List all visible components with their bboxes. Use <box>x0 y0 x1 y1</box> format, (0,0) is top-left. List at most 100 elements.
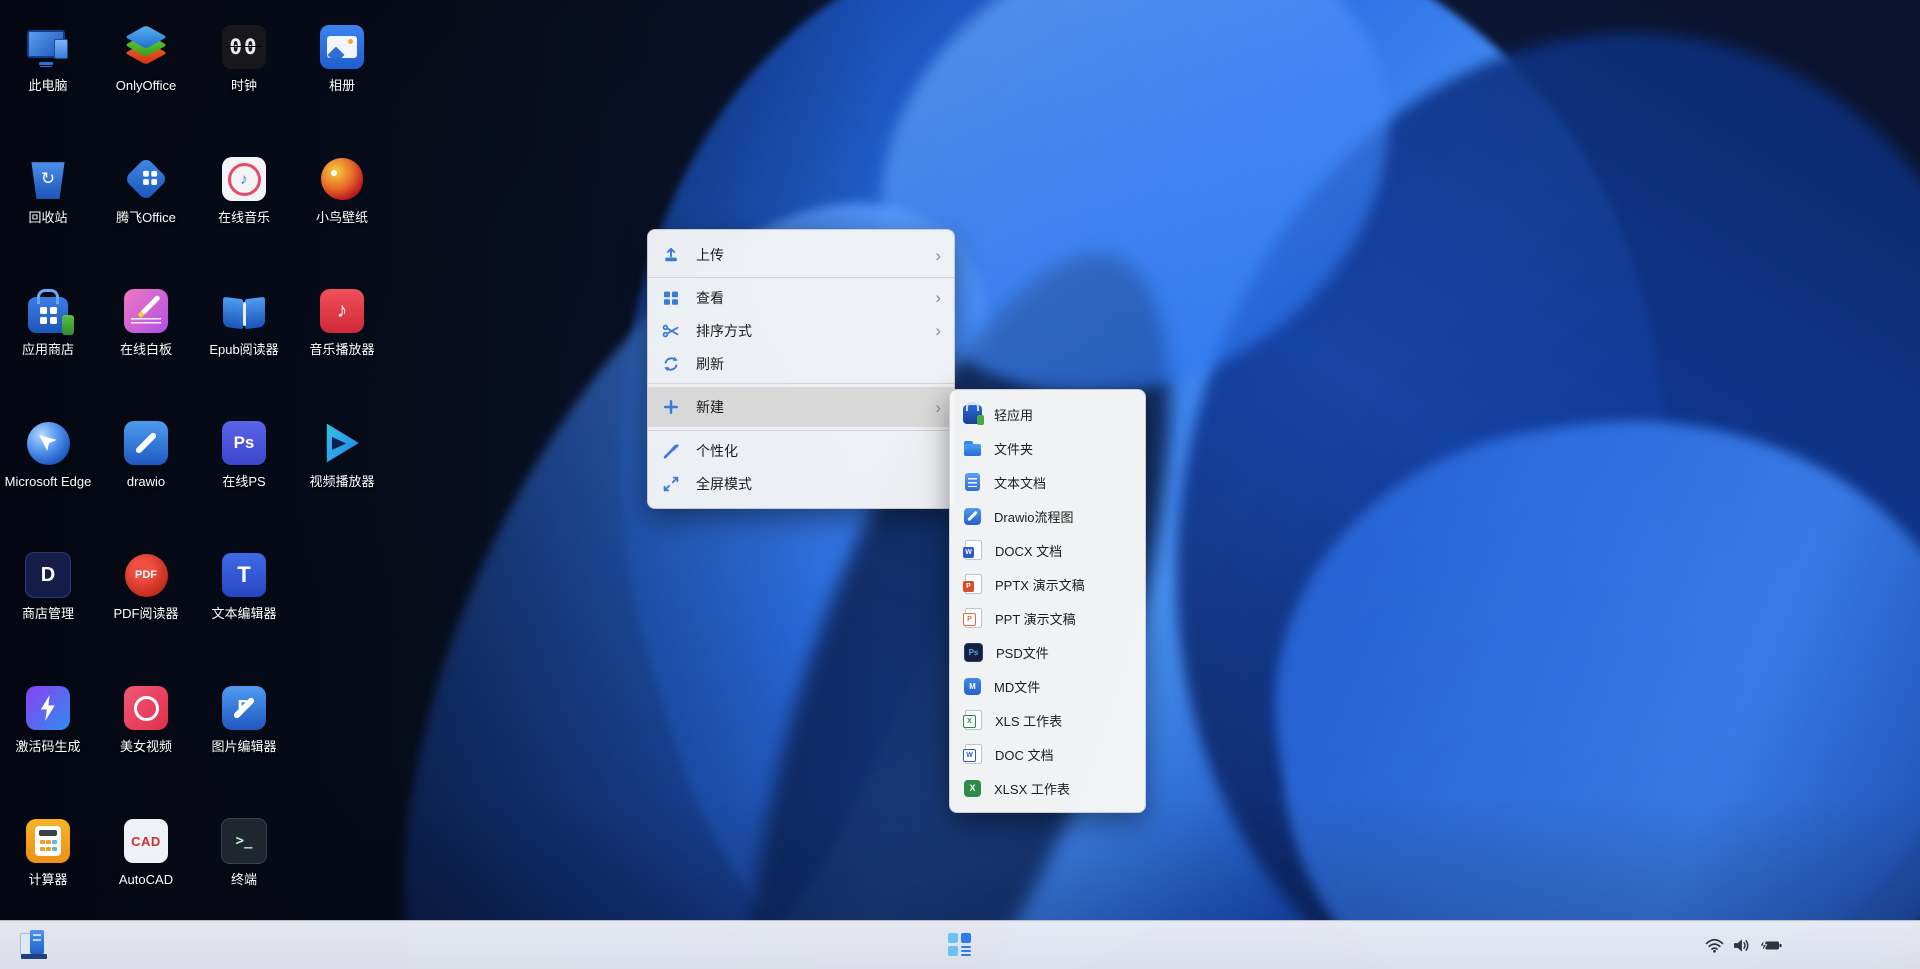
folder-icon <box>963 439 982 458</box>
submenu-item-ppt[interactable]: P PPT 演示文稿 <box>950 601 1145 635</box>
autocad-icon: CAD <box>124 819 168 863</box>
desktop-icon-autocad[interactable]: CAD AutoCAD <box>98 816 194 888</box>
desktop-icon-music-player[interactable]: ♪ 音乐播放器 <box>294 286 390 358</box>
desktop-icon-microsoft-edge[interactable]: Microsoft Edge <box>0 418 96 490</box>
new-submenu: 轻应用 文件夹 文本文档 Drawio流程图 W DOCX 文档 P PPTX … <box>949 389 1146 813</box>
icon-label: 时钟 <box>231 78 257 94</box>
desktop-icon-this-pc[interactable]: 此电脑 <box>0 22 96 94</box>
icon-label: 相册 <box>329 78 355 94</box>
desktop-icon-image-editor[interactable]: P 图片编辑器 <box>196 683 292 755</box>
menu-item-fullscreen[interactable]: 全屏模式 <box>648 467 954 500</box>
desktop-icon-photo-album[interactable]: 相册 <box>294 22 390 94</box>
battery-charging-icon[interactable] <box>1759 939 1782 952</box>
new-plus-icon <box>661 397 681 417</box>
desktop-icon-recycle-bin[interactable]: ↻ 回收站 <box>0 154 96 226</box>
menu-separator <box>648 277 954 278</box>
menu-item-upload[interactable]: 上传 › <box>648 236 954 274</box>
onlyoffice-icon <box>123 24 169 70</box>
menu-item-view[interactable]: 查看 › <box>648 281 954 314</box>
start-menu-icon <box>948 933 958 943</box>
icon-label: 在线PS <box>222 474 265 490</box>
this-pc-icon <box>26 25 70 69</box>
icon-label: 应用商店 <box>22 342 74 358</box>
icon-label: AutoCAD <box>119 872 173 888</box>
desktop-icon-online-ps[interactable]: Ps 在线PS <box>196 418 292 490</box>
desktop-icon-pdf-reader[interactable]: PDF PDF阅读器 <box>98 550 194 622</box>
wifi-icon[interactable] <box>1705 938 1724 953</box>
epub-reader-icon <box>222 298 266 330</box>
desktop-icon-drawio[interactable]: drawio <box>98 418 194 490</box>
submenu-item-docx[interactable]: W DOCX 文档 <box>950 533 1145 567</box>
menu-item-sort-by[interactable]: 排序方式 › <box>648 314 954 347</box>
submenu-item-label: DOCX 文档 <box>995 541 1132 560</box>
video-player-icon <box>322 422 362 464</box>
icon-label: 视频播放器 <box>309 474 374 490</box>
music-player-icon: ♪ <box>320 289 364 333</box>
desktop-icon-terminal[interactable]: >_ 终端 <box>196 816 292 888</box>
text-file-icon <box>965 473 980 491</box>
desktop-icon-online-whiteboard[interactable]: 在线白板 <box>98 286 194 358</box>
app-store-icon <box>28 297 68 333</box>
icon-label: 美女视频 <box>120 739 172 755</box>
icon-label: drawio <box>127 474 165 490</box>
icon-label: 小鸟壁纸 <box>316 210 368 226</box>
desktop-icon-beauty-video[interactable]: 美女视频 <box>98 683 194 755</box>
desktop-icon-video-player[interactable]: 视频播放器 <box>294 418 390 490</box>
psd-file-icon: Ps <box>964 643 983 662</box>
icon-label: 回收站 <box>28 210 67 226</box>
photo-album-icon <box>320 25 364 69</box>
desktop-icon-app-store[interactable]: 应用商店 <box>0 286 96 358</box>
menu-item-label: 个性化 <box>696 441 941 461</box>
taskbar-pc-button[interactable] <box>20 930 52 960</box>
icon-label: 在线音乐 <box>218 210 270 226</box>
desktop-icon-epub-reader[interactable]: Epub阅读器 <box>196 286 292 358</box>
menu-item-label: 新建 <box>696 397 935 417</box>
icon-label: Microsoft Edge <box>5 474 92 490</box>
submenu-item-md[interactable]: M MD文件 <box>950 669 1145 703</box>
icon-label: OnlyOffice <box>116 78 176 94</box>
chevron-right-icon: › <box>935 247 941 264</box>
desktop-context-menu: 上传 › 查看 › 排序方式 › 刷新 新建 › 个性化 <box>647 229 955 509</box>
fullscreen-icon <box>661 474 681 494</box>
terminal-icon: >_ <box>221 818 267 864</box>
icon-label: 激活码生成 <box>15 739 80 755</box>
desktop-icon-onlyoffice[interactable]: OnlyOffice <box>98 22 194 94</box>
desktop-icon-activation-code[interactable]: 激活码生成 <box>0 683 96 755</box>
tengfei-office-icon <box>124 157 168 201</box>
icon-label: 腾飞Office <box>116 210 176 226</box>
submenu-item-doc[interactable]: W DOC 文档 <box>950 737 1145 771</box>
doc-file-icon: W <box>965 744 982 764</box>
desktop-icon-clock[interactable]: 00 时钟 <box>196 22 292 94</box>
start-menu-button[interactable] <box>948 933 972 957</box>
desktop-icon-store-manager[interactable]: D 商店管理 <box>0 550 96 622</box>
xlsx-file-icon: X <box>964 780 981 797</box>
menu-item-label: 全屏模式 <box>696 474 941 494</box>
desktop-icon-text-editor[interactable]: T 文本编辑器 <box>196 550 292 622</box>
submenu-item-drawio[interactable]: Drawio流程图 <box>950 499 1145 533</box>
recycle-bin-icon: ↻ <box>30 159 66 199</box>
submenu-item-pptx[interactable]: P PPTX 演示文稿 <box>950 567 1145 601</box>
refresh-icon <box>661 354 681 374</box>
wallpaper-swirl <box>1084 0 1920 969</box>
submenu-item-label: 文本文档 <box>994 473 1132 492</box>
icon-label: 计算器 <box>28 872 67 888</box>
submenu-item-xlsx[interactable]: X XLSX 工作表 <box>950 771 1145 805</box>
menu-item-personalize[interactable]: 个性化 <box>648 434 954 467</box>
submenu-item-text-file[interactable]: 文本文档 <box>950 465 1145 499</box>
desktop-icon-tengfei-office[interactable]: 腾飞Office <box>98 154 194 226</box>
submenu-item-label: PPTX 演示文稿 <box>995 575 1132 594</box>
menu-item-new[interactable]: 新建 › <box>648 387 954 427</box>
submenu-item-light-app[interactable]: 轻应用 <box>950 397 1145 431</box>
desktop-icon-online-music[interactable]: ♪ 在线音乐 <box>196 154 292 226</box>
desktop-icon-calculator[interactable]: 计算器 <box>0 816 96 888</box>
md-file-icon: M <box>964 678 981 695</box>
menu-item-refresh[interactable]: 刷新 <box>648 347 954 380</box>
upload-icon <box>661 245 681 265</box>
submenu-item-psd[interactable]: Ps PSD文件 <box>950 635 1145 669</box>
chevron-right-icon: › <box>935 322 941 339</box>
submenu-item-xls[interactable]: X XLS 工作表 <box>950 703 1145 737</box>
submenu-item-folder[interactable]: 文件夹 <box>950 431 1145 465</box>
desktop-icon-bird-wallpaper[interactable]: 小鸟壁纸 <box>294 154 390 226</box>
menu-item-label: 刷新 <box>696 354 941 374</box>
volume-icon[interactable] <box>1733 938 1750 953</box>
